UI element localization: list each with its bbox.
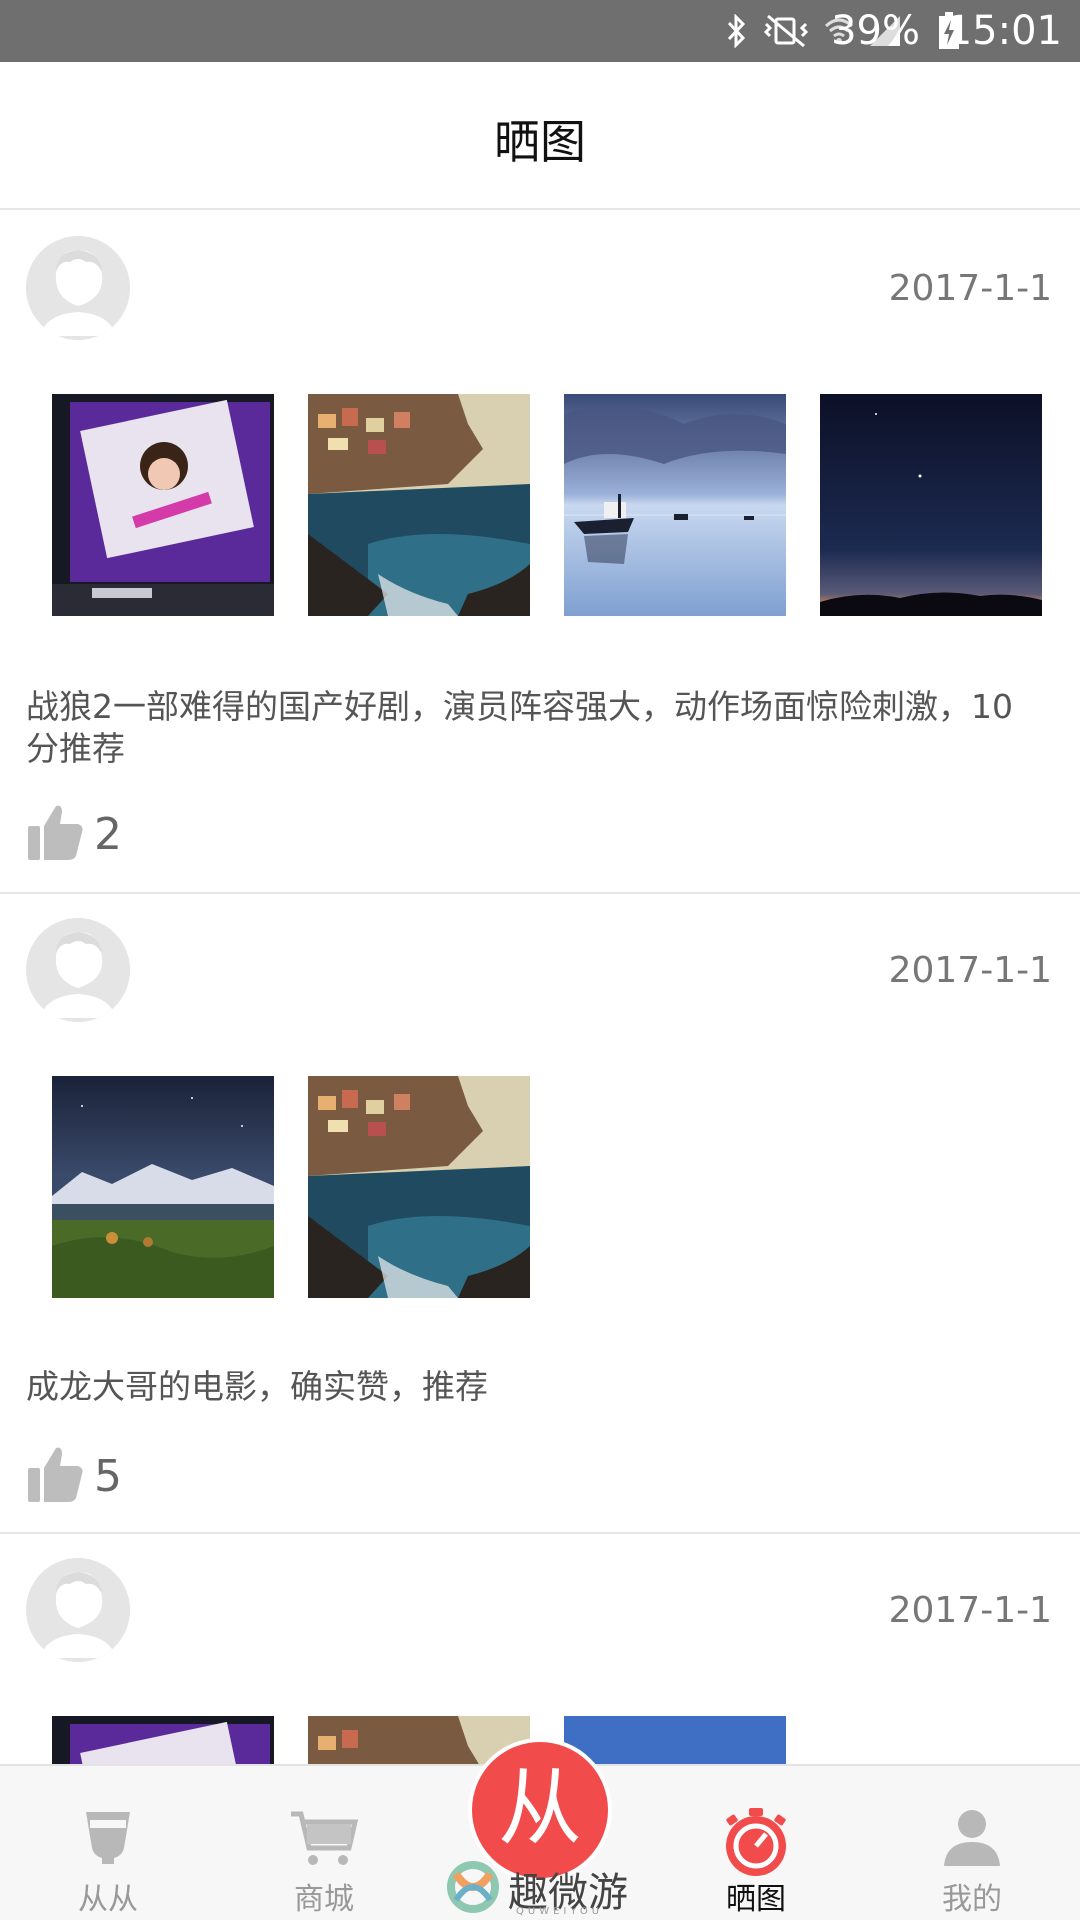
post-text: 成龙大哥的电影，确实赞，推荐 (26, 1367, 488, 1406)
image-grid (52, 1716, 786, 1764)
post-card[interactable]: 2017-1-1 战狼2一部难得的国产好剧，演员阵容强大，动作场面惊险刺激，10… (0, 212, 1080, 894)
image-grid (52, 394, 1042, 616)
thumbs-up-icon (26, 1444, 86, 1508)
billboard-night-photo[interactable] (52, 1716, 274, 1764)
timer-icon (719, 1808, 793, 1882)
status-bar: 39% 15:01 (0, 0, 1080, 62)
post-text: 战狼2一部难得的国产好剧，演员阵容强大，动作场面惊险刺激，10分推荐 (26, 687, 1013, 768)
like-count: 2 (94, 808, 122, 860)
like-button[interactable]: 5 (26, 1444, 122, 1508)
vibrate-mute-icon (762, 14, 810, 48)
boat-lake-photo[interactable] (564, 394, 786, 616)
night-sky-horizon-photo[interactable] (820, 394, 1042, 616)
cliff-village-sea-photo[interactable] (308, 394, 530, 616)
like-count: 5 (94, 1450, 122, 1502)
post-date: 2017-1-1 (888, 1590, 1052, 1631)
mountain-lake-night-photo[interactable] (52, 1076, 274, 1298)
like-button[interactable]: 2 (26, 802, 122, 866)
billboard-night-photo[interactable] (52, 394, 274, 616)
center-button-glyph: 从 (497, 1759, 582, 1857)
avatar[interactable] (26, 1558, 130, 1662)
user-icon (942, 1808, 1002, 1872)
tab-congcong[interactable]: 从从 (0, 1766, 216, 1920)
battery-percent: 39% (831, 8, 920, 54)
blue-sky-photo[interactable] (564, 1716, 786, 1764)
brand-mark-icon (446, 1860, 500, 1918)
tab-label: 从从 (78, 1882, 138, 1917)
page-title: 晒图 (494, 115, 586, 169)
tab-label: 晒图 (726, 1882, 786, 1917)
cup-icon (80, 1808, 136, 1872)
cart-icon (289, 1808, 359, 1872)
tab-label: 我的 (942, 1882, 1002, 1917)
brand-subtitle: QUWEIYOU (516, 1906, 604, 1917)
tab-share-photos[interactable]: 晒图 (648, 1766, 864, 1920)
tab-shop[interactable]: 商城 (216, 1766, 432, 1920)
brand-logo: 趣微游 QUWEIYOU (446, 1860, 628, 1918)
clock: 15:01 (946, 8, 1062, 54)
post-card[interactable]: 2017-1-1 (0, 1534, 1080, 1764)
post-card[interactable]: 2017-1-1 成龙大哥的电影，确实赞，推荐 5 (0, 894, 1080, 1534)
image-grid (52, 1076, 530, 1298)
avatar[interactable] (26, 236, 130, 340)
tab-label: 商城 (294, 1882, 354, 1917)
post-date: 2017-1-1 (888, 950, 1052, 991)
bluetooth-icon (726, 14, 748, 48)
thumbs-up-icon (26, 802, 86, 866)
post-feed[interactable]: 2017-1-1 战狼2一部难得的国产好剧，演员阵容强大，动作场面惊险刺激，10… (0, 212, 1080, 1764)
tab-mine[interactable]: 我的 (864, 1766, 1080, 1920)
title-bar: 晒图 (0, 62, 1080, 210)
avatar[interactable] (26, 918, 130, 1022)
cliff-village-sea-photo[interactable] (308, 1076, 530, 1298)
post-date: 2017-1-1 (888, 268, 1052, 309)
